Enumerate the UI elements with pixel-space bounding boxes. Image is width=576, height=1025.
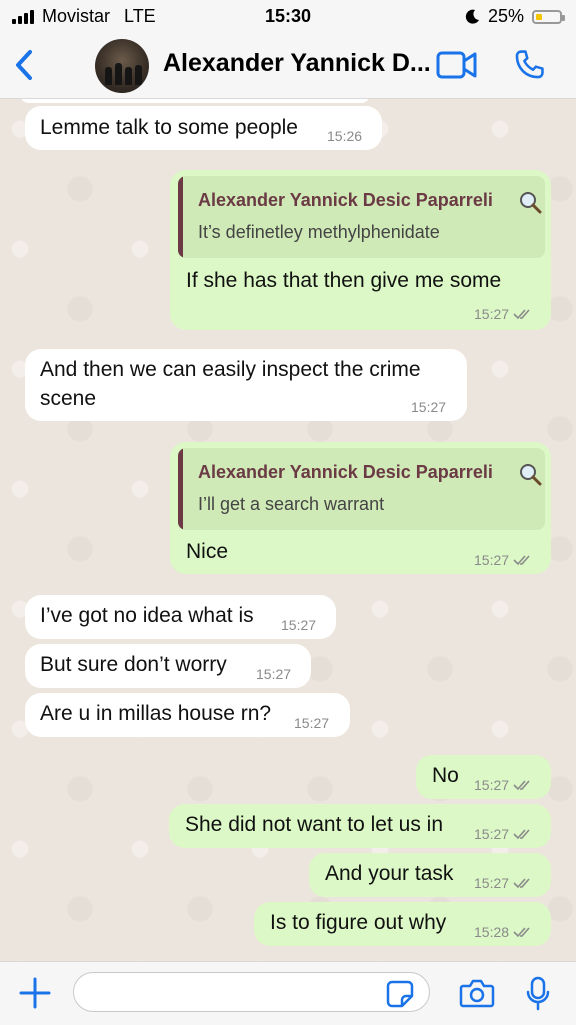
message-text: I’ve got no idea what is	[40, 604, 254, 627]
double-check-icon	[513, 780, 530, 791]
search-icon	[520, 464, 542, 486]
message-text: She did not want to let us in	[185, 813, 443, 836]
quoted-message[interactable]: Alexander Yannick Desic Paparreli It’s d…	[178, 176, 545, 258]
message-meta: 15:27	[474, 875, 531, 891]
message-outgoing[interactable]: She did not want to let us in 15:27	[169, 804, 551, 848]
double-check-icon	[513, 309, 530, 320]
message-outgoing-reply[interactable]: Alexander Yannick Desic Paparreli It’s d…	[170, 170, 551, 330]
battery-icon	[532, 9, 565, 24]
message-text: If she has that then give me some	[186, 269, 502, 292]
phone-icon[interactable]	[512, 48, 546, 82]
message-incoming[interactable]: Lemme talk to some people 15:26	[25, 106, 382, 150]
contact-name[interactable]: Alexander Yannick D...	[163, 49, 431, 78]
message-text: Nice	[186, 540, 229, 563]
battery-percent: 25%	[487, 6, 524, 26]
message-partial	[20, 99, 370, 103]
quoted-message[interactable]: Alexander Yannick Desic Paparreli I’ll g…	[178, 448, 545, 530]
avatar[interactable]	[95, 39, 149, 93]
microphone-icon[interactable]	[526, 976, 550, 1012]
message-outgoing[interactable]: Is to figure out why 15:28	[254, 902, 551, 946]
quote-author: Alexander Yannick Desic Paparreli	[198, 462, 493, 482]
message-text: Are u in millas house rn?	[40, 702, 272, 725]
status-bar: Movistar LTE 15:30 25%	[0, 0, 576, 34]
status-right: 25%	[464, 6, 565, 27]
double-check-icon	[513, 555, 530, 566]
video-camera-icon[interactable]	[436, 50, 478, 80]
message-outgoing[interactable]: And your task 15:27	[309, 853, 551, 897]
double-check-icon	[513, 927, 530, 938]
message-time: 15:27	[411, 399, 447, 415]
chat-header: Alexander Yannick D...	[0, 34, 576, 99]
message-text: And your task	[325, 862, 454, 885]
moon-icon	[465, 9, 479, 24]
message-incoming[interactable]: And then we can easily inspect the crime…	[25, 349, 467, 421]
message-meta: 15:27	[474, 777, 531, 793]
double-check-icon	[513, 829, 530, 840]
message-text: Is to figure out why	[270, 911, 447, 934]
message-incoming[interactable]: I’ve got no idea what is 15:27	[25, 595, 336, 639]
double-check-icon	[513, 878, 530, 889]
chevron-left-icon[interactable]	[10, 46, 38, 84]
message-meta: 15:27	[474, 826, 531, 842]
quote-author: Alexander Yannick Desic Paparreli	[198, 190, 493, 210]
message-incoming[interactable]: Are u in millas house rn? 15:27	[25, 693, 350, 737]
quote-text: It’s definetley methylphenidate	[198, 222, 440, 242]
message-time: 15:27	[281, 617, 317, 633]
plus-icon[interactable]	[18, 976, 52, 1010]
quote-text: I’ll get a search warrant	[198, 494, 385, 514]
search-icon	[520, 192, 542, 214]
composer-bar	[0, 961, 576, 1025]
sticker-icon[interactable]	[386, 980, 414, 1008]
message-time: 15:27	[294, 715, 330, 731]
message-text-line: And then we can easily inspect the crime	[40, 358, 421, 381]
chat-area[interactable]: Lemme talk to some people 15:26 Alexande…	[0, 99, 576, 961]
message-incoming[interactable]: But sure don’t worry 15:27	[25, 644, 311, 688]
message-text: But sure don’t worry	[40, 653, 227, 676]
message-time: 15:26	[327, 128, 363, 144]
message-text: No	[432, 764, 459, 787]
message-text: Lemme talk to some people	[40, 116, 298, 139]
message-meta: 15:28	[474, 924, 531, 940]
message-outgoing-reply[interactable]: Alexander Yannick Desic Paparreli I’ll g…	[170, 442, 551, 574]
message-meta: 15:27	[474, 306, 531, 322]
message-outgoing[interactable]: No 15:27	[416, 755, 551, 799]
message-time: 15:27	[256, 666, 292, 682]
message-text-line: scene	[40, 387, 97, 410]
camera-icon[interactable]	[459, 978, 495, 1008]
message-meta: 15:27	[474, 552, 531, 568]
quote-bar	[178, 448, 183, 530]
quote-bar	[178, 176, 183, 258]
message-input[interactable]	[73, 972, 430, 1012]
